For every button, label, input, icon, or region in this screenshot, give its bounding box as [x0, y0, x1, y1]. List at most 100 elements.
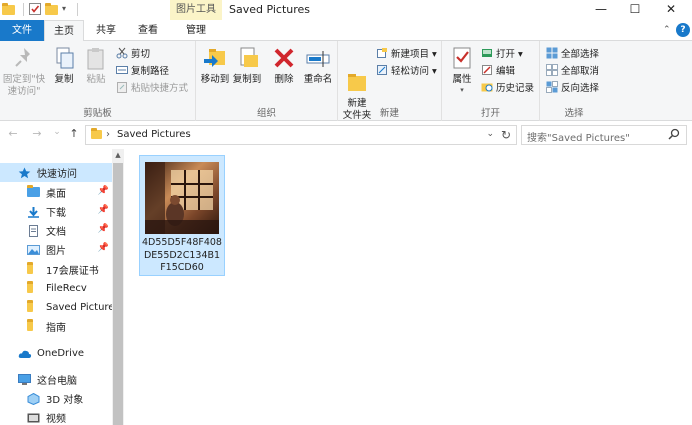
select-none-label: 全部取消 — [561, 66, 600, 77]
select-none-button[interactable]: 全部取消 — [546, 63, 599, 77]
delete-button[interactable]: 删除 — [270, 45, 298, 86]
tab-home[interactable]: 主页 — [44, 20, 84, 42]
nav-item-downloads[interactable]: 下载 📌 — [0, 202, 112, 221]
tab-view[interactable]: 查看 — [128, 20, 168, 41]
close-button[interactable]: ✕ — [653, 0, 689, 20]
navigation-pane: 快速访问 桌面 📌 下载 📌 文档 📌 图片 📌 17会展证书 FileRecv… — [0, 149, 124, 425]
documents-icon — [27, 224, 40, 237]
new-group-label: 新建 — [379, 108, 399, 119]
properties-check-icon[interactable] — [28, 2, 42, 16]
refresh-button[interactable]: ↻ — [501, 128, 511, 142]
pin-icon: 📌 — [97, 205, 109, 215]
image-thumbnail — [145, 162, 219, 234]
computer-icon — [18, 373, 31, 386]
delete-label: 删除 — [274, 74, 294, 85]
select-group: 全部选择 全部取消 反向选择 选择 — [540, 41, 608, 121]
easy-access-icon — [376, 64, 388, 76]
forward-button[interactable]: → — [30, 127, 44, 140]
up-button[interactable]: ↑ — [67, 127, 81, 140]
minimize-button[interactable]: — — [583, 0, 619, 20]
address-bar[interactable]: › Saved Pictures ⌄ ↻ — [85, 125, 517, 145]
pin-icon: 📌 — [97, 224, 109, 234]
copy-path-button[interactable]: 复制路径 — [116, 63, 169, 77]
qat-divider — [23, 2, 24, 16]
tab-share[interactable]: 共享 — [86, 20, 126, 41]
tab-manage[interactable]: 管理 — [174, 20, 218, 41]
paste-button[interactable]: 粘贴 — [82, 45, 110, 86]
back-button[interactable]: ← — [6, 127, 20, 140]
nav-item-filerecv[interactable]: FileRecv — [0, 279, 112, 298]
nav-item-label: 视频 — [46, 414, 66, 425]
clipboard-group: 固定到"快速访问" 复制 粘贴 剪切 复制路径 粘贴快捷方式 剪贴板 — [0, 41, 196, 121]
pin-quick-access-button[interactable]: 固定到"快速访问" — [2, 45, 46, 98]
nav-item-label: 3D 对象 — [46, 395, 84, 406]
easy-access-button[interactable]: 轻松访问 ▾ — [376, 63, 437, 77]
open-icon — [481, 47, 493, 59]
customize-qat-icon[interactable]: ▾ — [62, 2, 70, 16]
move-to-icon — [202, 45, 228, 71]
open-button[interactable]: 打开 ▾ — [481, 46, 523, 60]
breadcrumb[interactable]: Saved Pictures — [117, 129, 191, 140]
move-to-label: 移动到 — [200, 74, 230, 85]
nav-item-label: 桌面 — [46, 189, 66, 200]
clipboard-group-label: 剪贴板 — [83, 108, 112, 119]
open-group: 属性 ▾ 打开 ▾ 编辑 历史记录 打开 — [442, 41, 540, 121]
nav-item-pictures[interactable]: 图片 📌 — [0, 240, 112, 259]
nav-onedrive-label: OneDrive — [37, 348, 85, 359]
nav-item-documents[interactable]: 文档 📌 — [0, 221, 112, 240]
scrollbar-thumb[interactable] — [113, 163, 123, 425]
edit-button[interactable]: 编辑 — [481, 63, 515, 77]
new-item-icon — [376, 47, 388, 59]
file-tile[interactable]: 4D55D5F48F408DE55D2C134B1F15CD60 — [139, 155, 225, 276]
rename-button[interactable]: 重命名 — [302, 45, 334, 86]
properties-label: 属性 — [452, 74, 472, 85]
folder-icon[interactable] — [2, 2, 16, 16]
nav-onedrive[interactable]: OneDrive — [0, 344, 112, 363]
new-group: 新建 文件夹 新建项目 ▾ 轻松访问 ▾ 新建 — [338, 41, 442, 121]
folder-icon — [27, 261, 40, 276]
properties-button[interactable]: 属性 ▾ — [446, 45, 478, 94]
history-button[interactable]: 历史记录 — [481, 80, 534, 94]
address-dropdown-icon[interactable]: ⌄ — [486, 129, 494, 139]
easy-access-label: 轻松访问 ▾ — [391, 66, 437, 77]
help-icon[interactable]: ? — [676, 23, 690, 37]
new-folder-icon — [344, 57, 370, 91]
nav-this-pc[interactable]: 这台电脑 — [0, 370, 112, 389]
invert-selection-button[interactable]: 反向选择 — [546, 80, 599, 94]
recent-locations-button[interactable]: ⌄ — [50, 127, 64, 137]
tab-file[interactable]: 文件 — [0, 20, 44, 41]
select-all-button[interactable]: 全部选择 — [546, 46, 599, 60]
window-title: Saved Pictures — [229, 3, 311, 16]
nav-item-label: 文档 — [46, 227, 66, 238]
nav-item-label: 17会展证书 — [46, 266, 99, 277]
nav-item-label: 下载 — [46, 208, 66, 219]
qat-divider — [77, 2, 78, 16]
invert-selection-label: 反向选择 — [561, 83, 600, 94]
open-label: 打开 ▾ — [496, 49, 523, 60]
select-group-label: 选择 — [564, 108, 584, 119]
new-item-button[interactable]: 新建项目 ▾ — [376, 46, 437, 60]
nav-item-guide[interactable]: 指南 — [0, 317, 112, 336]
scroll-up-arrow-icon[interactable]: ▲ — [112, 151, 124, 159]
copy-button[interactable]: 复制 — [50, 45, 78, 86]
move-to-button[interactable]: 移动到 — [200, 45, 230, 86]
chevron-up-icon[interactable]: ⌃ — [663, 25, 671, 35]
copy-to-button[interactable]: 复制到 — [232, 45, 262, 86]
search-box[interactable]: 搜索"Saved Pictures" — [521, 125, 687, 145]
maximize-button[interactable]: ☐ — [617, 0, 653, 20]
cut-button[interactable]: 剪切 — [116, 46, 150, 60]
nav-item-desktop[interactable]: 桌面 📌 — [0, 183, 112, 202]
nav-quick-access[interactable]: 快速访问 — [0, 163, 112, 182]
nav-item-folder[interactable]: 17会展证书 — [0, 260, 112, 279]
search-icon — [668, 128, 680, 145]
nav-item-saved-pictures[interactable]: Saved Pictures — [0, 298, 120, 317]
new-folder-qat-icon[interactable] — [45, 2, 59, 16]
copy-label: 复制 — [54, 74, 74, 85]
pin-label: 固定到"快速访问" — [2, 74, 46, 97]
paste-shortcut-button[interactable]: 粘贴快捷方式 — [116, 80, 188, 94]
delete-x-icon — [271, 45, 297, 71]
nav-item-3d-objects[interactable]: 3D 对象 — [0, 389, 112, 408]
nav-item-videos[interactable]: 视频 — [0, 408, 112, 425]
navigation-scrollbar[interactable]: ▲ — [112, 149, 124, 425]
ribbon-tabs: 文件 主页 共享 查看 管理 ⌃ ? — [0, 20, 692, 42]
